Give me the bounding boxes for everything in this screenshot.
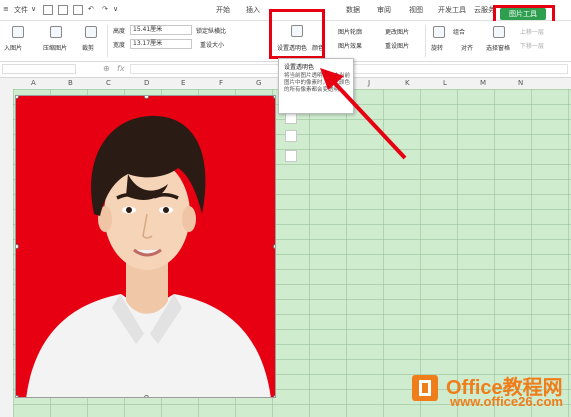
fx-icon[interactable]: fx bbox=[117, 64, 125, 73]
resize-handle[interactable] bbox=[273, 244, 275, 249]
watermark-url: www.office26.com bbox=[450, 394, 563, 409]
resize-handle[interactable] bbox=[16, 395, 19, 397]
column-header[interactable]: F bbox=[219, 79, 223, 87]
office-logo-icon bbox=[412, 375, 438, 401]
print-icon[interactable] bbox=[58, 5, 68, 15]
crop-icon[interactable] bbox=[285, 130, 297, 142]
tab-insert[interactable]: 插入 bbox=[246, 5, 260, 15]
picture-icon[interactable] bbox=[285, 150, 297, 162]
chevron-down-icon[interactable]: ∨ bbox=[31, 5, 36, 13]
align-button[interactable]: 对齐 bbox=[461, 43, 473, 52]
ribbon-separator bbox=[425, 25, 426, 57]
redo-icon[interactable]: ↷ bbox=[102, 5, 108, 13]
column-header[interactable]: B bbox=[68, 79, 73, 87]
column-header[interactable]: C bbox=[106, 79, 111, 87]
zoom-icon[interactable]: ⊕ bbox=[103, 64, 110, 73]
bring-forward-button[interactable]: 上移一层 bbox=[520, 27, 544, 36]
send-backward-button[interactable]: 下移一层 bbox=[520, 41, 544, 50]
height-field[interactable]: 15.41厘米 bbox=[130, 25, 192, 35]
width-field[interactable]: 13.17厘米 bbox=[130, 39, 192, 49]
column-header[interactable]: M bbox=[480, 79, 486, 87]
column-header[interactable]: L bbox=[443, 79, 447, 87]
ribbon-separator bbox=[107, 25, 108, 57]
column-header[interactable]: D bbox=[144, 79, 149, 87]
row-headers bbox=[0, 89, 14, 417]
highlight-box-set-transparent bbox=[269, 9, 325, 59]
reset-size-button[interactable]: 重设大小 bbox=[200, 40, 224, 49]
preview-icon[interactable] bbox=[73, 5, 83, 15]
insert-picture-icon[interactable] bbox=[12, 26, 24, 38]
chevron-down-icon[interactable]: ∨ bbox=[113, 5, 118, 13]
tab-file[interactable]: 文件 bbox=[14, 5, 28, 15]
name-box[interactable] bbox=[2, 64, 76, 74]
column-header[interactable]: A bbox=[31, 79, 36, 87]
crop-icon[interactable] bbox=[85, 26, 97, 38]
column-header[interactable]: E bbox=[181, 79, 185, 87]
select-pane-icon[interactable] bbox=[493, 26, 505, 38]
height-label: 高度 bbox=[113, 28, 126, 35]
picture-effects-button[interactable]: 图片效果 bbox=[338, 41, 362, 50]
tab-view[interactable]: 视图 bbox=[409, 5, 423, 15]
column-header[interactable]: G bbox=[256, 79, 261, 87]
tab-data[interactable]: 数据 bbox=[346, 5, 360, 15]
width-label: 宽度 bbox=[113, 42, 126, 49]
crop-button[interactable]: 裁剪 bbox=[82, 43, 94, 52]
rotate-button[interactable]: 旋转 bbox=[431, 43, 443, 52]
tab-start[interactable]: 开始 bbox=[216, 5, 230, 15]
compress-picture-icon[interactable] bbox=[50, 26, 62, 38]
tab-developer[interactable]: 开发工具 bbox=[438, 5, 466, 15]
reset-picture-button[interactable]: 重设图片 bbox=[385, 41, 409, 50]
portrait-illustration bbox=[16, 96, 275, 397]
insert-picture-button[interactable]: 入图片 bbox=[4, 43, 22, 52]
column-header[interactable]: N bbox=[518, 79, 523, 87]
compress-picture-button[interactable]: 压缩图片 bbox=[43, 43, 67, 52]
resize-handle[interactable] bbox=[144, 395, 149, 397]
menu-icon[interactable]: ≡ bbox=[3, 5, 9, 13]
change-picture-button[interactable]: 更改图片 bbox=[385, 27, 409, 36]
tab-review[interactable]: 审阅 bbox=[377, 5, 391, 15]
id-photo-image[interactable] bbox=[15, 95, 276, 398]
picture-outline-button[interactable]: 图片轮廓 bbox=[338, 27, 362, 36]
rotate-icon[interactable] bbox=[433, 26, 445, 38]
undo-icon[interactable]: ↶ bbox=[88, 5, 94, 13]
resize-handle[interactable] bbox=[273, 96, 275, 99]
save-icon[interactable] bbox=[43, 5, 53, 15]
resize-handle[interactable] bbox=[273, 395, 275, 397]
lock-ratio-checkbox[interactable]: 锁定纵横比 bbox=[196, 26, 226, 35]
select-pane-button[interactable]: 选择窗格 bbox=[486, 43, 510, 52]
red-arrow-icon bbox=[320, 68, 407, 160]
group-button[interactable]: 组合 bbox=[453, 27, 465, 36]
tab-members[interactable]: 云服务 bbox=[474, 5, 495, 15]
